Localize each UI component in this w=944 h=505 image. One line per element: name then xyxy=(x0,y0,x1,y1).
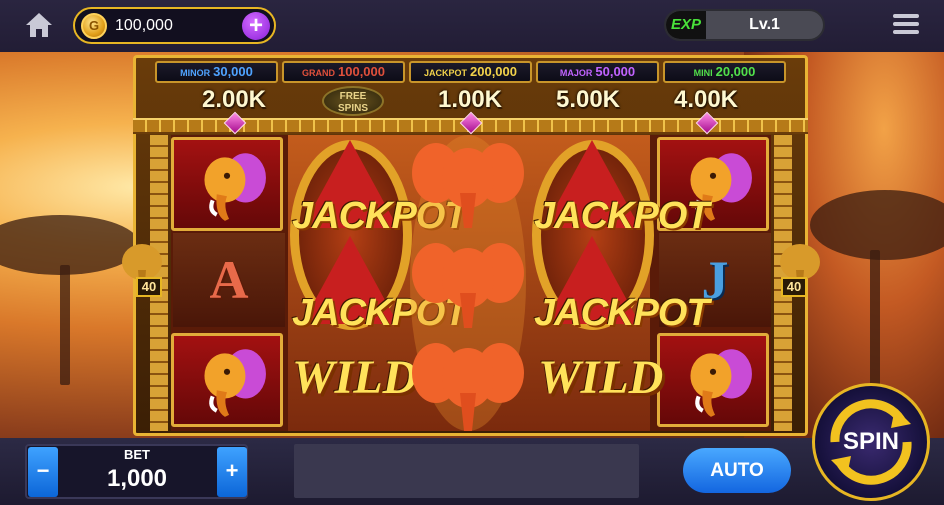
jackpot-name: JACKPOT xyxy=(423,68,467,78)
elephant-icon xyxy=(204,349,266,417)
wild-symbol: WILD xyxy=(292,351,418,404)
jackpot-value: 30,000 xyxy=(213,64,253,79)
jackpot-grand: GRAND 100,000 xyxy=(282,61,405,83)
right-multiplier: 40 xyxy=(781,277,807,297)
auto-spin-button[interactable]: AUTO xyxy=(683,448,791,493)
jackpot-jackpot: JACKPOT 200,000 xyxy=(409,61,532,83)
add-coins-button[interactable]: + xyxy=(242,12,270,40)
coin-balance: G 100,000 + xyxy=(73,7,276,44)
reel-cell-elephant xyxy=(171,137,283,231)
coin-balance-value: 100,000 xyxy=(115,17,173,34)
stacked-elephant-icon xyxy=(410,135,526,431)
exp-label: EXP xyxy=(666,11,706,39)
jackpot-bar: MINOR 30,000 GRAND 100,000 JACKPOT 200,000 MAJ… xyxy=(155,61,786,83)
jackpot-name: GRAND xyxy=(302,68,335,78)
exp-bar: EXP Lv.1 xyxy=(664,9,825,41)
column-prize: 5.00K xyxy=(555,86,621,113)
increase-bet-button[interactable]: + xyxy=(217,447,247,497)
spin-label: SPIN xyxy=(842,428,899,455)
jackpot-value: 50,000 xyxy=(595,64,636,79)
menu-icon[interactable] xyxy=(893,14,919,36)
jackpot-value: 100,000 xyxy=(338,64,385,79)
spin-button[interactable]: SPIN xyxy=(812,383,930,501)
jackpot-value: 200,000 xyxy=(470,64,517,79)
jackpot-name: MAJOR xyxy=(559,68,593,78)
left-multiplier: 40 xyxy=(136,277,162,297)
home-icon[interactable] xyxy=(24,10,54,40)
column-prize: 1.00K xyxy=(437,86,503,113)
level-label: Lv.1 xyxy=(749,16,780,33)
letter-a-symbol: A xyxy=(209,250,249,310)
wild-symbol: WILD xyxy=(538,351,664,404)
reel-cell-elephant xyxy=(657,333,769,427)
free-spins-badge: FREE SPINS xyxy=(322,86,384,116)
tree-trunk xyxy=(60,265,70,385)
jackpot-name: MINI xyxy=(693,68,713,78)
tree-trunk xyxy=(870,250,880,390)
jackpot-mini: MINI 20,000 xyxy=(663,61,786,83)
jackpot-name: MINOR xyxy=(180,68,211,78)
info-panel xyxy=(294,444,639,498)
bet-value: 1,000 xyxy=(106,465,168,492)
jackpot-major: MAJOR 50,000 xyxy=(536,61,659,83)
column-prize: 2.00K xyxy=(201,86,267,113)
jackpot-value: 20,000 xyxy=(715,64,756,79)
jackpot-symbol: JACKPOT xyxy=(534,195,710,237)
elephant-icon xyxy=(204,153,266,221)
jackpot-minor: MINOR 30,000 xyxy=(155,61,278,83)
coin-icon: G xyxy=(81,13,107,39)
jackpot-symbol: JACKPOT xyxy=(534,292,710,334)
column-prize: 4.00K xyxy=(673,86,739,113)
reel-cell-elephant xyxy=(171,333,283,427)
decrease-bet-button[interactable]: − xyxy=(28,447,58,497)
elephant-icon xyxy=(690,349,752,417)
reel-cell-letter-a: A xyxy=(173,233,285,327)
bet-label: BET xyxy=(124,447,150,462)
